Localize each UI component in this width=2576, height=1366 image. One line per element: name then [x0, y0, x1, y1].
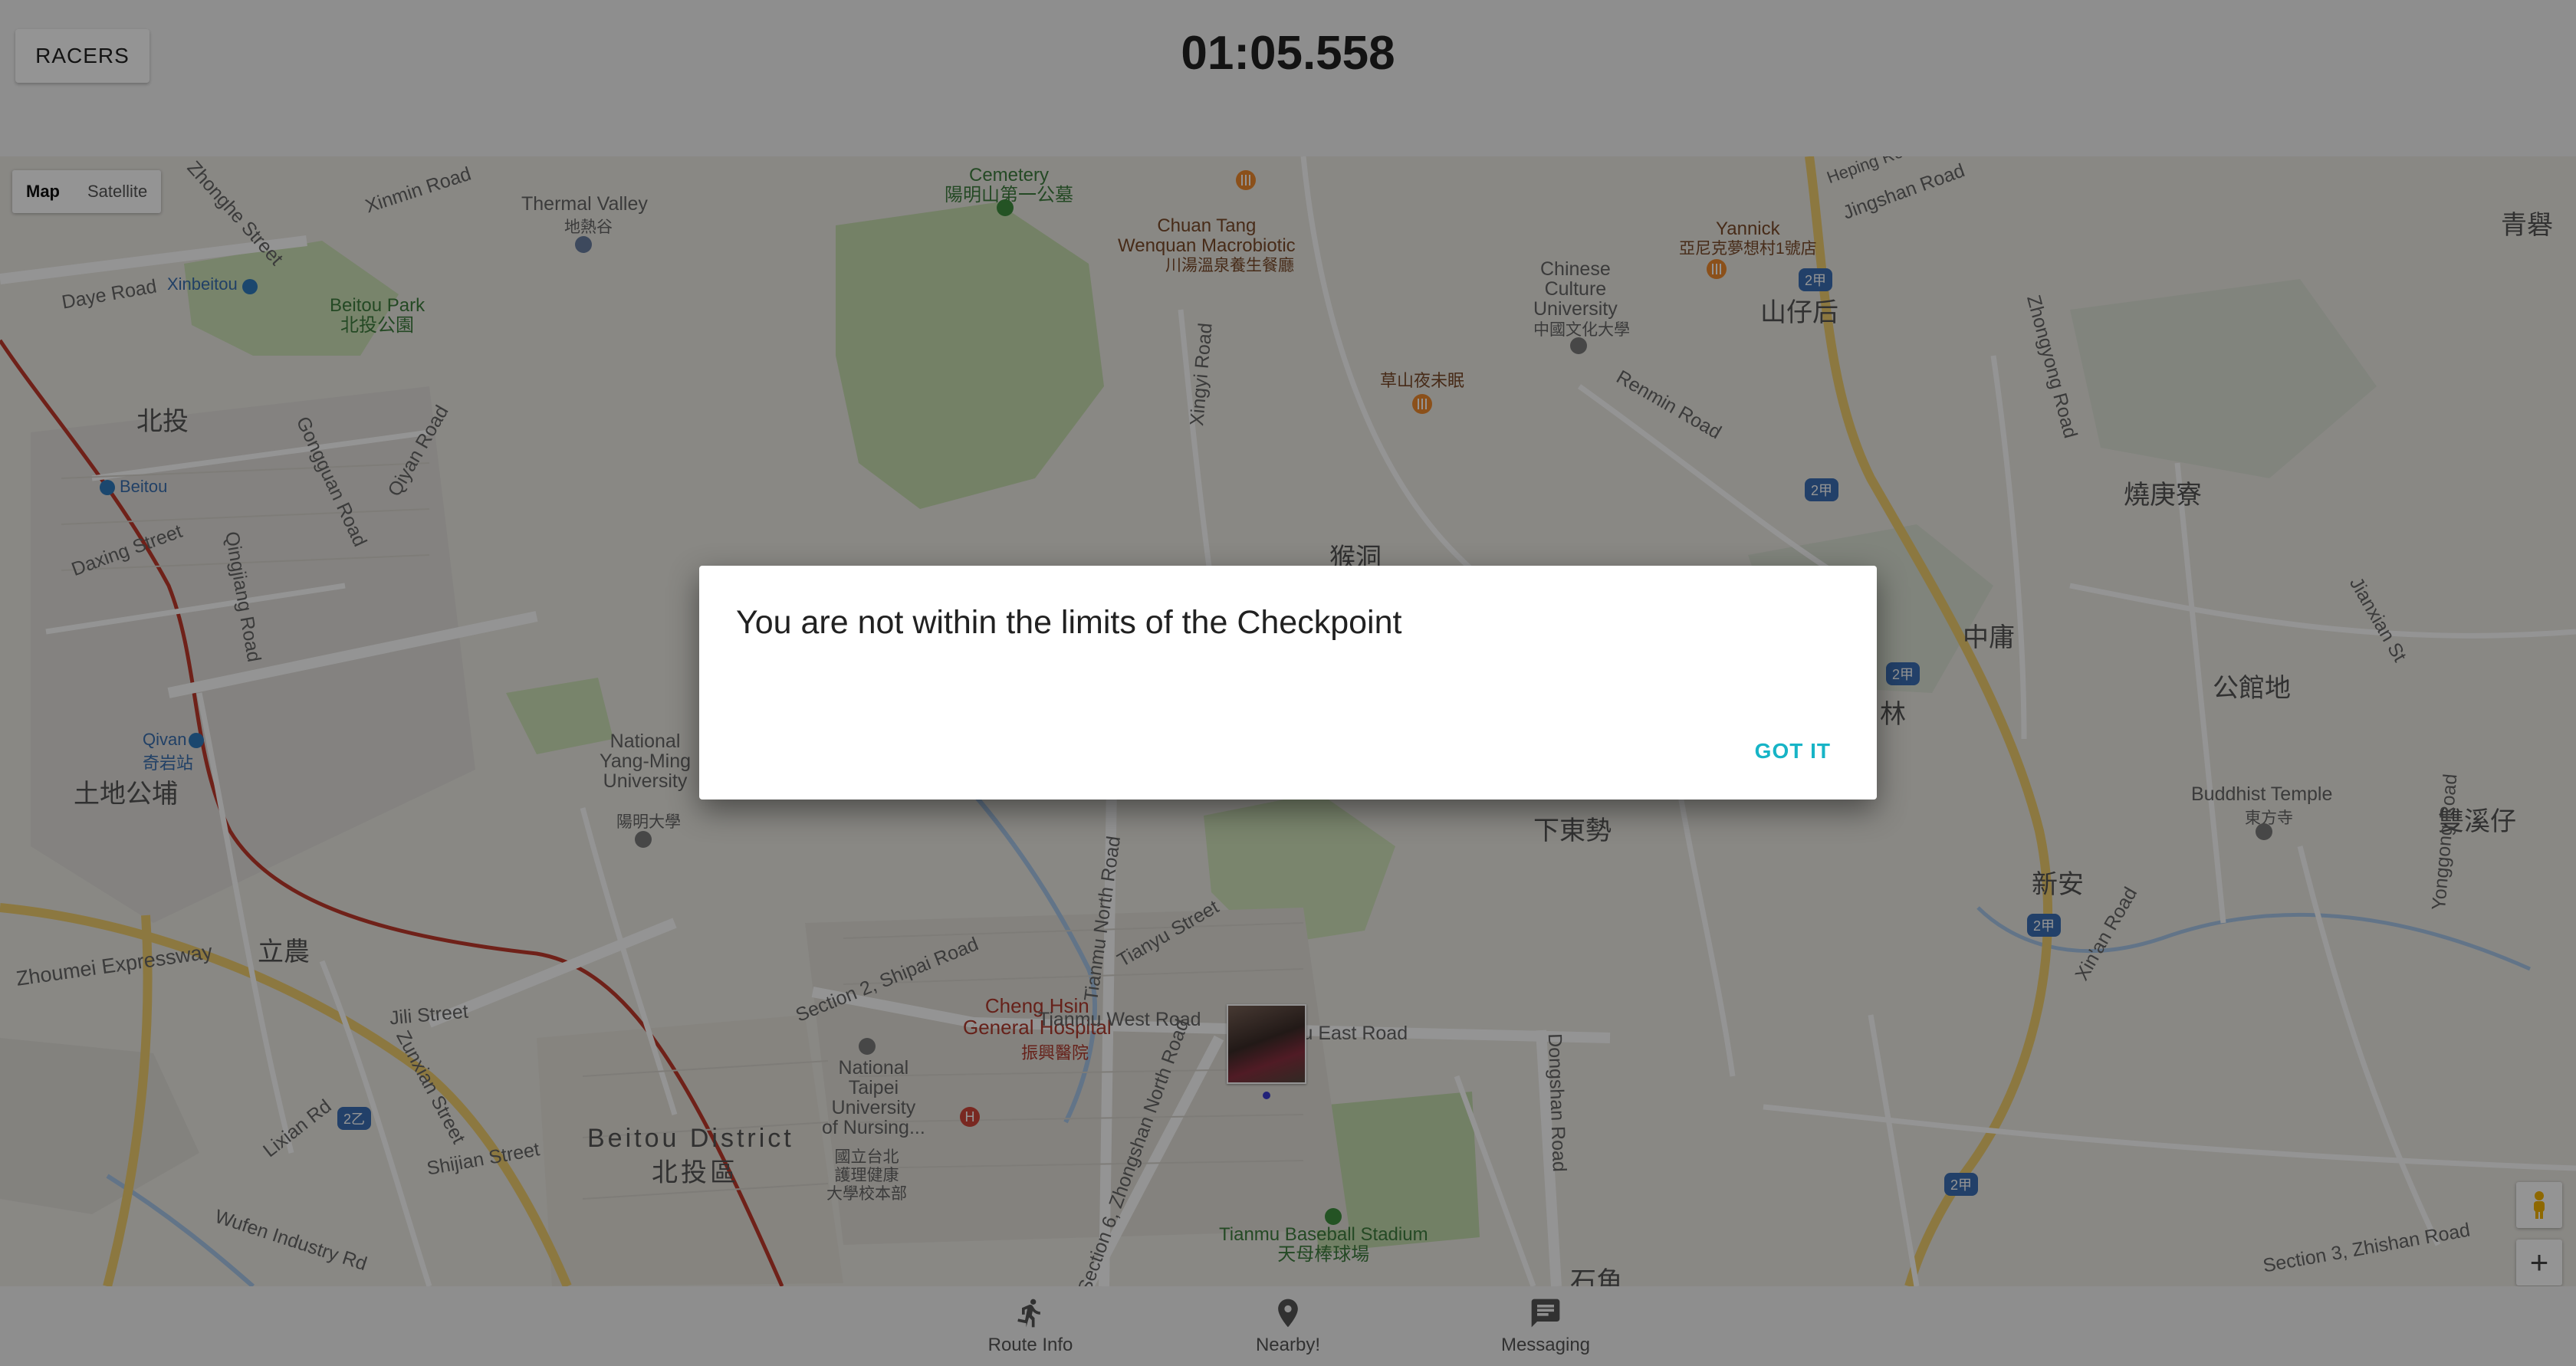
- got-it-button[interactable]: GOT IT: [1740, 724, 1846, 778]
- dialog-message: You are not within the limits of the Che…: [736, 604, 1402, 641]
- app-root: RACERS 01:05.558 Cemetery 陽明山第一公墓 Therma…: [0, 0, 2576, 1366]
- checkpoint-alert-dialog: You are not within the limits of the Che…: [699, 566, 1877, 800]
